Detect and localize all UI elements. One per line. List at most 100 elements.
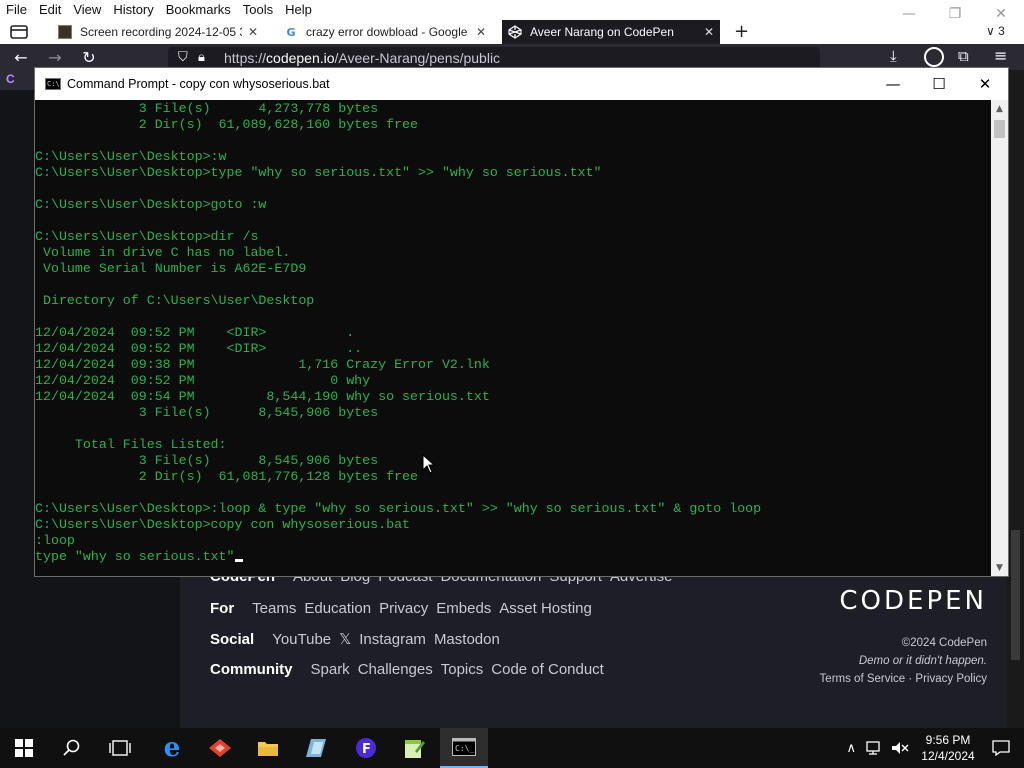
cmd-line: 2 Dir(s) 61,081,776,128 bytes free [35,469,419,484]
tab-close-icon[interactable]: ✕ [476,25,486,39]
cmd-line: :loop [35,533,75,548]
footer-row-for: For Teams Education Privacy Embeds Asset… [210,600,600,617]
notepad-plus-icon [405,740,425,758]
footer-link[interactable]: Challenges [358,661,433,678]
account-icon[interactable] [924,47,944,67]
tagline-text: Demo or it didn't happen. [858,655,987,667]
footer-legal: ©2024 CodePen Demo or it didn't happen. … [820,634,987,688]
cmd-line [35,485,761,501]
tab-list-icon[interactable] [10,24,28,40]
menu-edit[interactable]: Edit [33,0,67,20]
app-red-icon [209,739,231,757]
cmd-line [35,213,761,229]
taskbar-app-purple[interactable]: F [342,728,390,768]
menu-history[interactable]: History [107,0,159,20]
cmd-console[interactable]: 3 File(s) 4,273,778 bytes 2 Dir(s) 61,08… [35,100,991,576]
footer-link[interactable]: Mastodon [434,631,500,648]
copyright-text: ©2024 CodePen [901,637,987,649]
app-menu-icon[interactable]: ≡ [994,46,1007,65]
cmd-line: C:\Users\User\Desktop>dir /s [35,229,259,244]
tab-screen-recording[interactable]: Screen recording 2024-12-05 3.5 ✕ [52,20,264,44]
chevron-down-icon: ∨ [986,24,995,38]
shield-icon[interactable]: ⛉ [178,50,188,65]
footer-link[interactable]: Instagram [359,631,426,648]
taskbar-command-prompt[interactable]: C:\_ [440,728,488,768]
scroll-down-icon[interactable]: ▼ [991,559,1008,576]
cmd-line: type "why so serious.txt" [35,549,761,565]
footer-link[interactable]: 𝕏 [339,630,351,648]
tab-overflow-button[interactable]: ∨ 3 [986,24,1005,38]
footer-link[interactable]: Code of Conduct [491,661,604,678]
tab-codepen[interactable]: Aveer Narang on CodePen ✕ [502,20,720,44]
search-button[interactable] [48,728,96,768]
tab-close-icon[interactable]: ✕ [704,25,714,39]
cmd-line: C:\Users\User\Desktop>:loop & type "why … [35,501,762,516]
cmd-line: Volume Serial Number is A62E-E7D9 [35,261,307,276]
file-explorer-icon [258,742,278,756]
extensions-icon[interactable]: ⧉ [958,47,969,65]
new-tab-button[interactable]: + [734,21,749,42]
clock[interactable]: 9:56 PM 12/4/2024 [914,732,982,764]
cmd-line [35,181,761,197]
cmd-line: 12/04/2024 09:52 PM 0 why [35,373,371,388]
page-scrollbar-thumb[interactable] [1011,530,1020,660]
menu-help[interactable]: Help [279,0,318,20]
cmd-titlebar[interactable]: C:\ Command Prompt - copy con whysoserio… [35,68,1008,100]
cmd-line [35,421,761,437]
url-bar[interactable]: ⛉ 🔒︎ https://codepen.io/Aveer-Narang/pen… [168,47,820,69]
taskbar-app-blue[interactable] [292,728,340,768]
mouse-pointer-icon [422,454,436,474]
url-host: codepen.io [266,50,335,66]
cmd-maximize-button[interactable]: ☐ [916,68,962,100]
taskbar-app-red[interactable] [196,728,244,768]
cmd-line: C:\Users\User\Desktop>:w [35,149,227,164]
taskbar-file-explorer[interactable] [244,728,292,768]
footer-link[interactable]: Asset Hosting [499,600,592,617]
start-button[interactable] [0,728,48,768]
downloads-icon[interactable]: ⤓ [890,47,897,65]
cmd-icon: C:\ [45,78,61,90]
footer-link[interactable]: Teams [252,600,296,617]
privacy-link[interactable]: Privacy Policy [915,673,987,685]
menu-tools[interactable]: Tools [237,0,279,20]
cmd-scrollbar[interactable]: ▲ ▼ [991,100,1008,576]
footer-link[interactable]: Privacy [379,600,428,617]
cmd-minimize-button[interactable]: — [870,68,916,100]
footer-link[interactable]: YouTube [272,631,331,648]
footer-link[interactable]: Embeds [436,600,491,617]
terms-link[interactable]: Terms of Service [820,673,906,685]
cmd-line: Directory of C:\Users\User\Desktop [35,293,315,308]
footer-link[interactable]: Education [304,600,371,617]
tab-google-search[interactable]: G crazy error dowbload - Google S ✕ [278,20,492,44]
cmd-line: Total Files Listed: [35,437,227,452]
page-scrollbar[interactable] [1007,70,1024,728]
task-view-button[interactable] [96,728,144,768]
menu-file[interactable]: File [0,0,33,20]
cmd-output: 3 File(s) 4,273,778 bytes 2 Dir(s) 61,08… [35,101,761,565]
cmd-line: C:\Users\User\Desktop>goto :w [35,197,267,212]
network-icon[interactable] [866,740,884,756]
back-button[interactable]: ← [4,44,38,70]
volume-muted-icon[interactable] [890,740,910,756]
tab-title: Aveer Narang on CodePen [530,25,674,39]
task-view-icon [109,740,131,756]
codepen-sidebar-edge: C [0,70,34,90]
cmd-close-button[interactable]: ✕ [962,68,1008,100]
codepen-logo[interactable]: CODEPEN [839,586,987,616]
system-tray: ∧ 9:56 PM 12/4/2024 [846,728,1024,768]
lock-icon[interactable]: 🔒︎ [198,50,205,65]
menu-bookmarks[interactable]: Bookmarks [160,0,237,20]
footer-link[interactable]: Spark [311,661,350,678]
notification-icon[interactable] [992,740,1010,756]
cmd-scrollbar-thumb[interactable] [994,120,1005,138]
tab-close-icon[interactable]: ✕ [248,25,258,39]
chevron-up-icon[interactable]: ∧ [846,741,856,756]
footer-link[interactable]: Topics [441,661,484,678]
taskbar-internet-explorer[interactable]: e [148,728,196,768]
menu-view[interactable]: View [67,0,107,20]
taskbar-notepad-plus[interactable] [390,728,438,768]
tab-strip: Screen recording 2024-12-05 3.5 ✕ G craz… [0,20,1024,44]
cmd-line: C:\Users\User\Desktop>type "why so serio… [35,165,602,180]
cmd-line: 12/04/2024 09:38 PM 1,716 Crazy Error V2… [35,357,490,372]
scroll-up-icon[interactable]: ▲ [991,100,1008,117]
